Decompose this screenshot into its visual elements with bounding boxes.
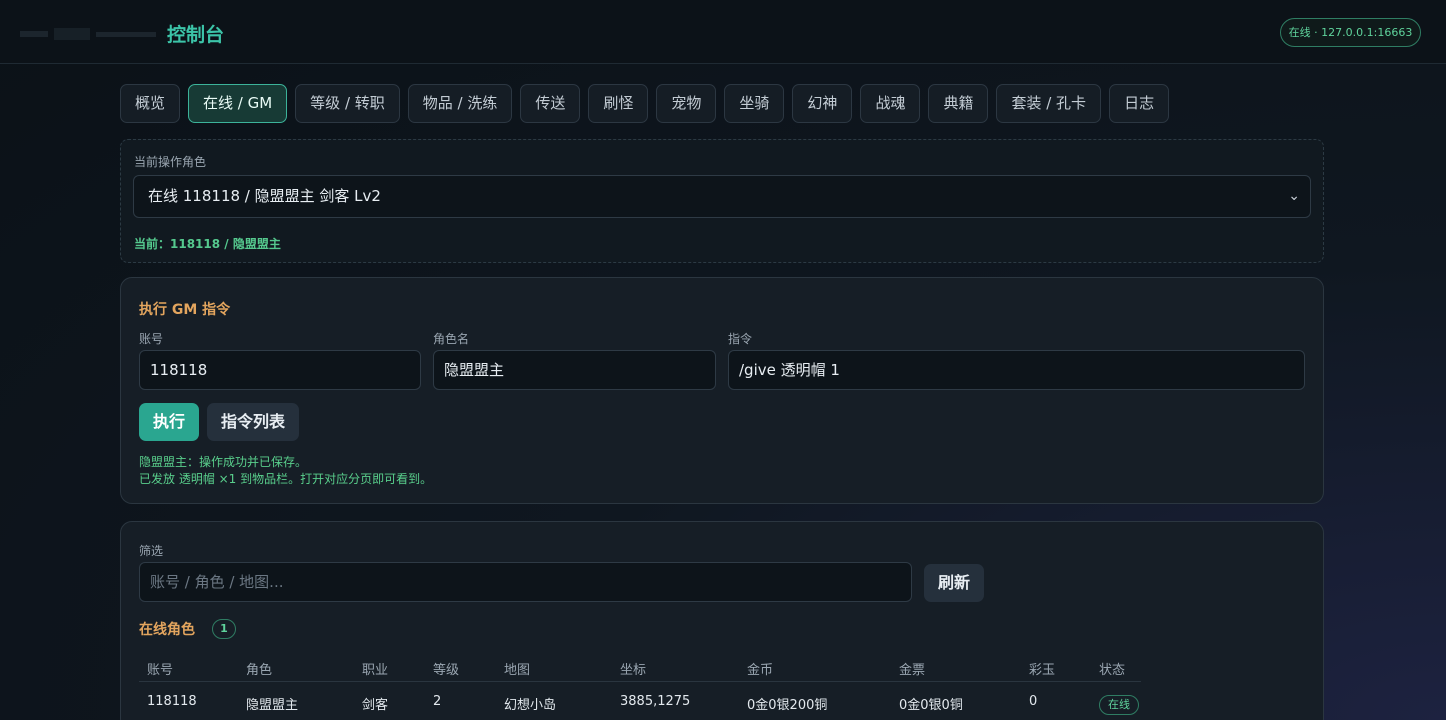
role-selector-label: 当前操作角色 [134, 155, 207, 169]
tab-logs[interactable]: 日志 [1109, 84, 1170, 123]
chevron-down-icon: ⌄ [1288, 188, 1300, 204]
cell-ticket: 0金0银0铜 [899, 698, 963, 713]
cell-class: 剑客 [362, 698, 389, 713]
tab-pets[interactable]: 宠物 [656, 84, 717, 123]
role-select[interactable]: 在线 118118 / 隐盟盟主 剑客 Lv2 ⌄ [133, 175, 1311, 218]
tab-level-class[interactable]: 等级 / 转职 [295, 84, 400, 123]
gm-command-card: 执行 GM 指令 账号 角色名 指令 118118 隐盟盟主 /give 透明帽… [120, 277, 1324, 504]
command-list-button[interactable]: 指令列表 [207, 403, 299, 441]
account-input[interactable]: 118118 [139, 350, 421, 390]
column-header: 状态 [1099, 663, 1126, 678]
cell-level: 2 [433, 694, 442, 709]
cell-map: 幻想小岛 [504, 698, 557, 713]
tab-items[interactable]: 物品 / 洗练 [407, 84, 513, 123]
tab-war-soul[interactable]: 战魂 [860, 84, 921, 123]
column-header: 地图 [504, 663, 531, 678]
column-header: 角色 [246, 663, 273, 678]
tab-teleport[interactable]: 传送 [520, 84, 581, 123]
online-count-badge: 1 [212, 619, 236, 639]
role-name-input[interactable]: 隐盟盟主 [433, 350, 716, 390]
tab-sets-cards[interactable]: 套装 / 孔卡 [996, 84, 1102, 123]
online-roles-title: 在线角色 [139, 622, 195, 638]
column-header: 彩玉 [1029, 663, 1056, 678]
role-selector-panel: 当前操作角色 在线 118118 / 隐盟盟主 剑客 Lv2 ⌄ 当前：1181… [120, 139, 1324, 263]
server-status-badge: 在线 · 127.0.0.1:16663 [1280, 18, 1421, 47]
column-header: 职业 [362, 663, 389, 678]
column-header: 金币 [747, 663, 774, 678]
filter-label: 筛选 [139, 544, 164, 558]
result-message: 隐盟盟主：操作成功并已保存。 [139, 455, 308, 469]
filter-input[interactable]: 账号 / 角色 / 地图... [139, 562, 912, 602]
tab-spawn-monster[interactable]: 刷怪 [588, 84, 649, 123]
page-title: 控制台 [167, 24, 225, 46]
role-name-label: 角色名 [433, 332, 470, 346]
status-badge: 在线 [1099, 695, 1139, 715]
refresh-button[interactable]: 刷新 [924, 564, 984, 602]
table-header: 账号 角色 职业 等级 地图 坐标 金币 金票 彩玉 状态 [139, 652, 1141, 682]
tab-online-gm[interactable]: 在线 / GM [188, 84, 288, 123]
table-row[interactable]: 118118 隐盟盟主 剑客 2 幻想小岛 3885,1275 0金0银200铜… [139, 687, 1141, 717]
account-label: 账号 [139, 332, 164, 346]
cell-gold: 0金0银200铜 [747, 698, 828, 713]
tab-bar: 概览 在线 / GM 等级 / 转职 物品 / 洗练 传送 刷怪 宠物 坐骑 幻… [120, 84, 1170, 123]
logo-icon [20, 28, 156, 40]
cell-role: 隐盟盟主 [246, 698, 299, 713]
cell-account: 118118 [147, 694, 197, 709]
tab-phantom[interactable]: 幻神 [792, 84, 853, 123]
current-role-text: 当前：118118 / 隐盟盟主 [134, 237, 281, 251]
column-header: 金票 [899, 663, 926, 678]
online-roles-card: 筛选 账号 / 角色 / 地图... 刷新 在线角色 1 账号 角色 职业 等级… [120, 521, 1324, 720]
tab-books[interactable]: 典籍 [928, 84, 989, 123]
tab-overview[interactable]: 概览 [120, 84, 181, 123]
result-detail: 已发放 透明帽 ×1 到物品栏。打开对应分页即可看到。 [139, 472, 433, 486]
gm-card-title: 执行 GM 指令 [139, 302, 231, 318]
column-header: 坐标 [620, 663, 647, 678]
top-bar: 控制台 在线 · 127.0.0.1:16663 [0, 0, 1446, 64]
execute-button[interactable]: 执行 [139, 403, 199, 441]
command-label: 指令 [728, 332, 753, 346]
column-header: 等级 [433, 663, 460, 678]
cell-coords: 3885,1275 [620, 694, 691, 709]
cell-jade: 0 [1029, 694, 1038, 709]
tab-mounts[interactable]: 坐骑 [724, 84, 785, 123]
command-input[interactable]: /give 透明帽 1 [728, 350, 1305, 390]
column-header: 账号 [147, 663, 174, 678]
role-select-value: 在线 118118 / 隐盟盟主 剑客 Lv2 [148, 187, 381, 205]
